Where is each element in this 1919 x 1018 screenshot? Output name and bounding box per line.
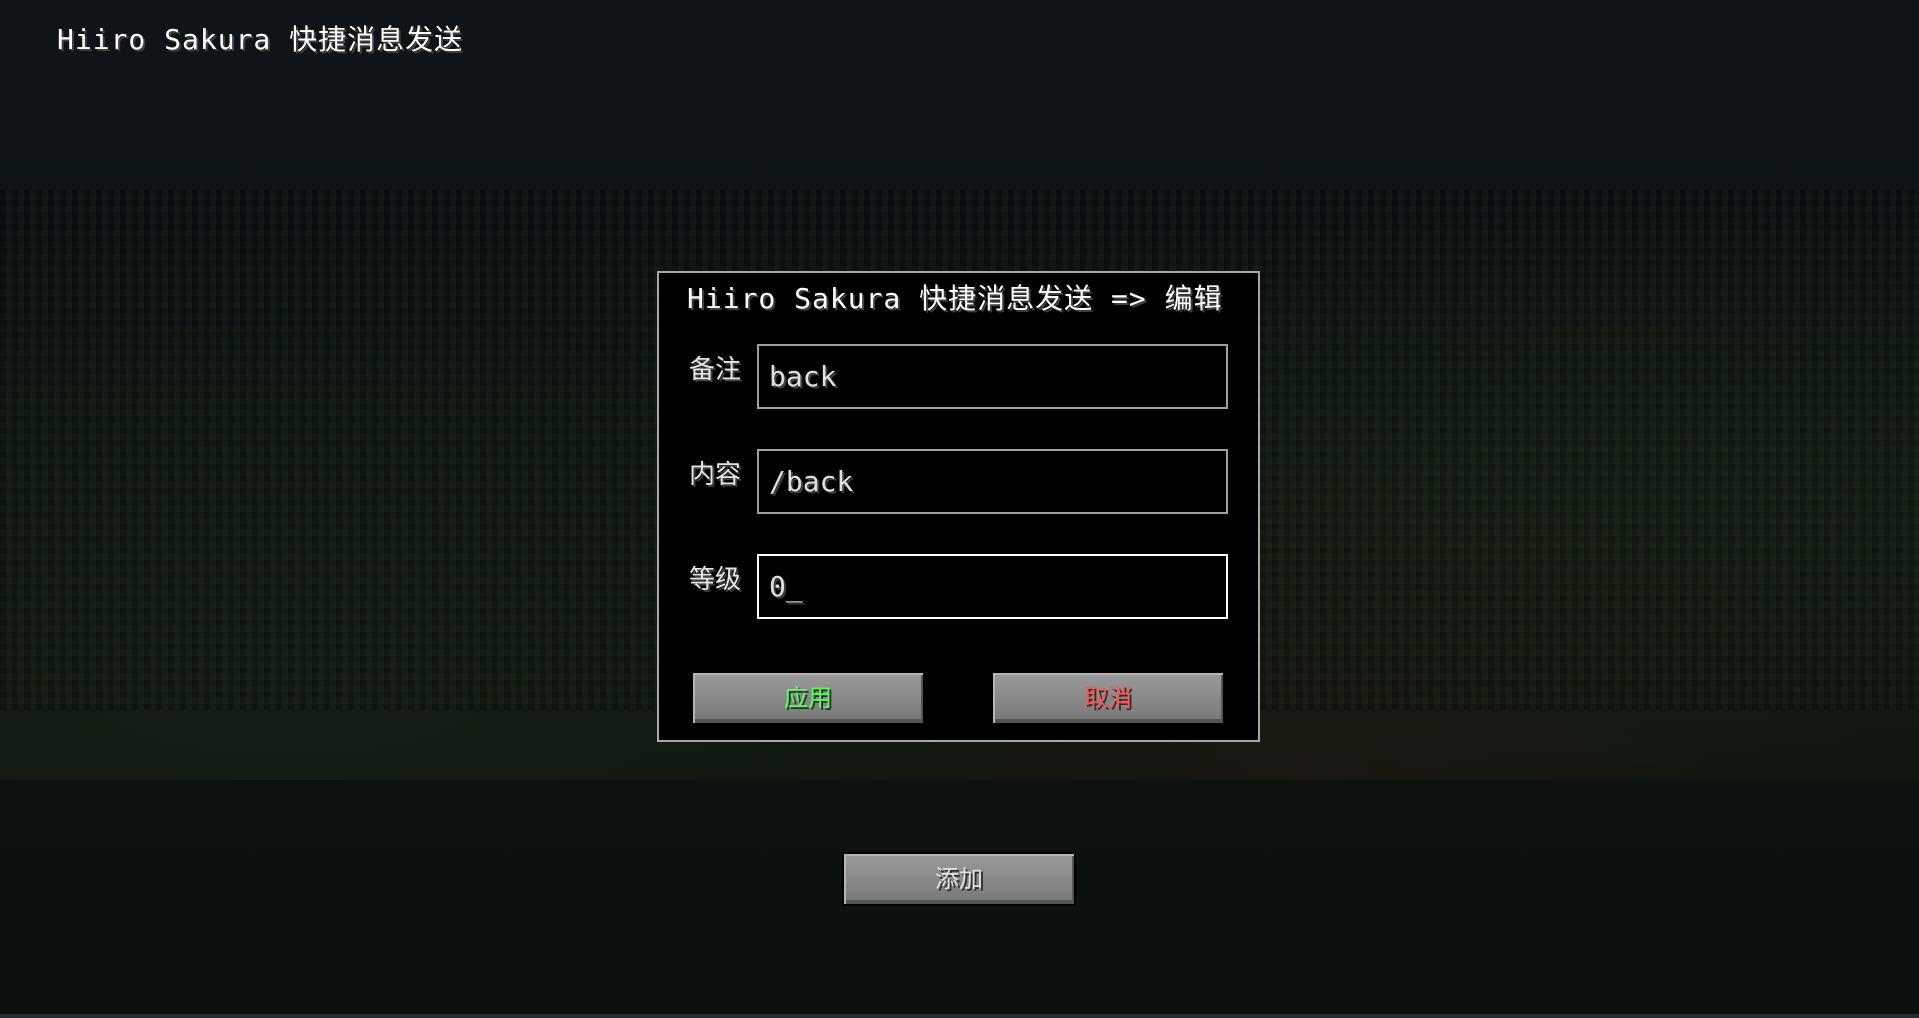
note-label: 备注 [689,355,742,385]
dialog-title: Hiiro Sakura 快捷消息发送 => 编辑 [687,282,1223,315]
bottom-strip [0,1014,1919,1018]
screen-title: Hiiro Sakura 快捷消息发送 [57,23,464,56]
level-input[interactable]: 0_ [757,554,1228,619]
edit-dialog: Hiiro Sakura 快捷消息发送 => 编辑 备注 back 内容 /ba… [657,271,1260,742]
cancel-button[interactable]: 取消 [991,671,1225,725]
note-input[interactable]: back [757,344,1228,409]
content-label: 内容 [689,460,742,490]
content-input[interactable]: /back [757,449,1228,514]
apply-button[interactable]: 应用 [691,671,925,725]
level-label: 等级 [689,565,742,595]
game-screen: Hiiro Sakura 快捷消息发送 Hiiro Sakura 快捷消息发送 … [0,0,1919,1018]
add-button[interactable]: 添加 [842,852,1076,906]
